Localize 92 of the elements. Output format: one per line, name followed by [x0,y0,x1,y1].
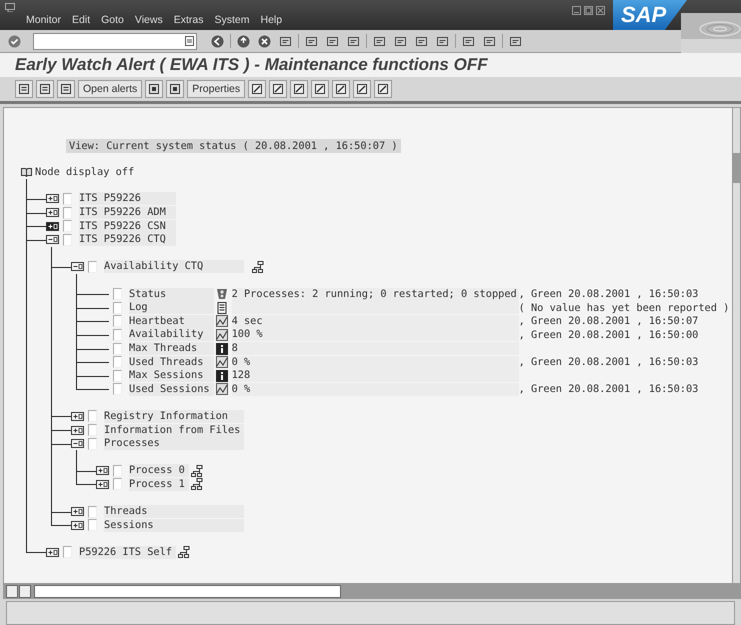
menu-item[interactable]: Goto [101,14,124,26]
close-icon[interactable] [596,6,605,15]
tree-node-label[interactable]: Heartbeat [129,314,214,328]
tree-node-label[interactable]: Status [129,288,214,301]
checkbox[interactable] [63,220,72,232]
checkbox[interactable] [113,370,122,382]
back-icon[interactable] [209,32,226,50]
checkbox[interactable] [113,464,122,477]
hierarchy-icon[interactable] [190,478,203,490]
metric-detail: , Green 20.08.2001 , 16:50:03 [518,288,698,300]
metric-detail: , Green 20.08.2001 , 16:50:03 [518,383,698,396]
metric-value: 128 [232,369,250,382]
metric-detail: , Green 20.08.2001 , 16:50:07 [518,315,698,328]
checkbox[interactable] [113,342,122,355]
checkbox[interactable] [88,519,97,532]
checkbox[interactable] [113,383,122,396]
graph-icon [216,315,228,328]
tree-node-label[interactable]: Log [129,301,214,314]
open-alerts-button[interactable]: Open alerts [78,80,142,98]
view-caption: View: Current system status ( 20.08.2001 , 16:50:07 ) [66,139,401,153]
hierarchy-icon[interactable] [190,464,203,477]
checkbox[interactable] [88,506,97,518]
menu-item[interactable]: Edit [72,14,90,26]
maximize-icon[interactable] [584,6,593,15]
checkbox[interactable] [88,410,97,422]
tree-node-label[interactable]: ITS P59226 CTQ [79,233,176,246]
metric-value: 0 % [232,382,250,395]
tree-node-label[interactable]: Process 1 [129,478,189,491]
metric-detail: , Green 20.08.2001 , 16:50:00 [518,328,698,341]
info-icon [216,370,228,382]
book-icon[interactable] [21,166,32,177]
menu-item[interactable]: Help [260,14,282,26]
exit-icon[interactable] [235,32,252,50]
traffic-light-icon [216,288,228,300]
metric-value: 100 % [232,328,263,340]
command-field[interactable] [33,32,197,50]
tree-node-label[interactable]: Information from Files [104,424,244,437]
hierarchy-icon[interactable] [252,260,264,273]
metric-value: 2 Processes: 2 running; 0 restarted; 0 stopped [232,288,517,300]
tree-node-label[interactable]: Node display off [35,166,134,178]
checkbox[interactable] [63,234,72,246]
graph-icon [216,328,228,341]
checkbox[interactable] [88,424,97,436]
metric-detail: ( No value has yet been reported ) [518,302,730,314]
checkbox[interactable] [113,302,122,314]
system-menu-icon[interactable] [5,3,15,12]
tree-node-label[interactable]: Process 0 [129,464,189,478]
minimize-icon[interactable] [572,6,581,15]
tree-node-label[interactable]: Max Sessions [129,369,214,382]
tree-node-label[interactable]: ITS P59226 CSN [79,220,176,233]
logo: SAP [613,0,687,30]
tree-node-label[interactable]: Availability [129,328,214,342]
tree-node-label[interactable]: Sessions [104,518,244,532]
checkbox[interactable] [63,546,72,558]
tree-node-label[interactable]: Used Sessions [129,382,214,396]
horizontal-scrollbar[interactable] [3,584,741,599]
metric-detail: , Green 20.08.2001 , 16:50:03 [518,356,698,368]
tree-node-label[interactable]: ITS P59226 ADM [79,206,176,220]
metric-value: 8 [232,342,238,354]
tree-node-label[interactable]: Max Threads [129,342,214,356]
checkbox[interactable] [63,206,72,219]
hierarchy-icon[interactable] [178,546,190,558]
metric-value: 0 % [232,356,250,368]
checkbox[interactable] [113,288,122,300]
menu-item[interactable]: Extras [174,14,204,26]
checkbox[interactable] [63,192,72,205]
tree-node-label[interactable]: Used Threads [129,356,214,369]
menu-item[interactable]: Monitor [26,14,62,26]
properties-button[interactable]: Properties [187,80,246,98]
checkbox[interactable] [113,356,122,368]
tree-node-label[interactable]: P59226 ITS Self [79,546,176,559]
enter-icon[interactable] [6,32,23,50]
checkbox[interactable] [113,478,122,490]
tree-node-label[interactable]: Availability CTQ [104,260,244,274]
checkbox[interactable] [88,260,97,273]
checkbox[interactable] [88,438,97,450]
tree-node-label[interactable]: Processes [104,437,244,450]
graph-icon [216,383,228,396]
checkbox[interactable] [113,315,122,328]
cancel-icon[interactable] [256,32,273,50]
dropdown-icon[interactable] [185,36,194,46]
checkbox[interactable] [113,328,122,341]
info-icon [216,342,228,355]
graph-icon [216,356,228,368]
tree-node-label[interactable]: Registry Information [104,410,244,423]
metric-value: 4 sec [232,314,263,327]
menu-item[interactable]: System [214,14,250,26]
tree-node-label[interactable]: Threads [104,505,244,518]
screen-title: Early Watch Alert ( EWA ITS ) - Maintenance functions OFF [0,53,741,77]
vertical-scrollbar[interactable] [732,108,740,583]
menu-item[interactable]: Views [134,14,163,26]
tree-node-label[interactable]: ITS P59226 [79,192,176,206]
